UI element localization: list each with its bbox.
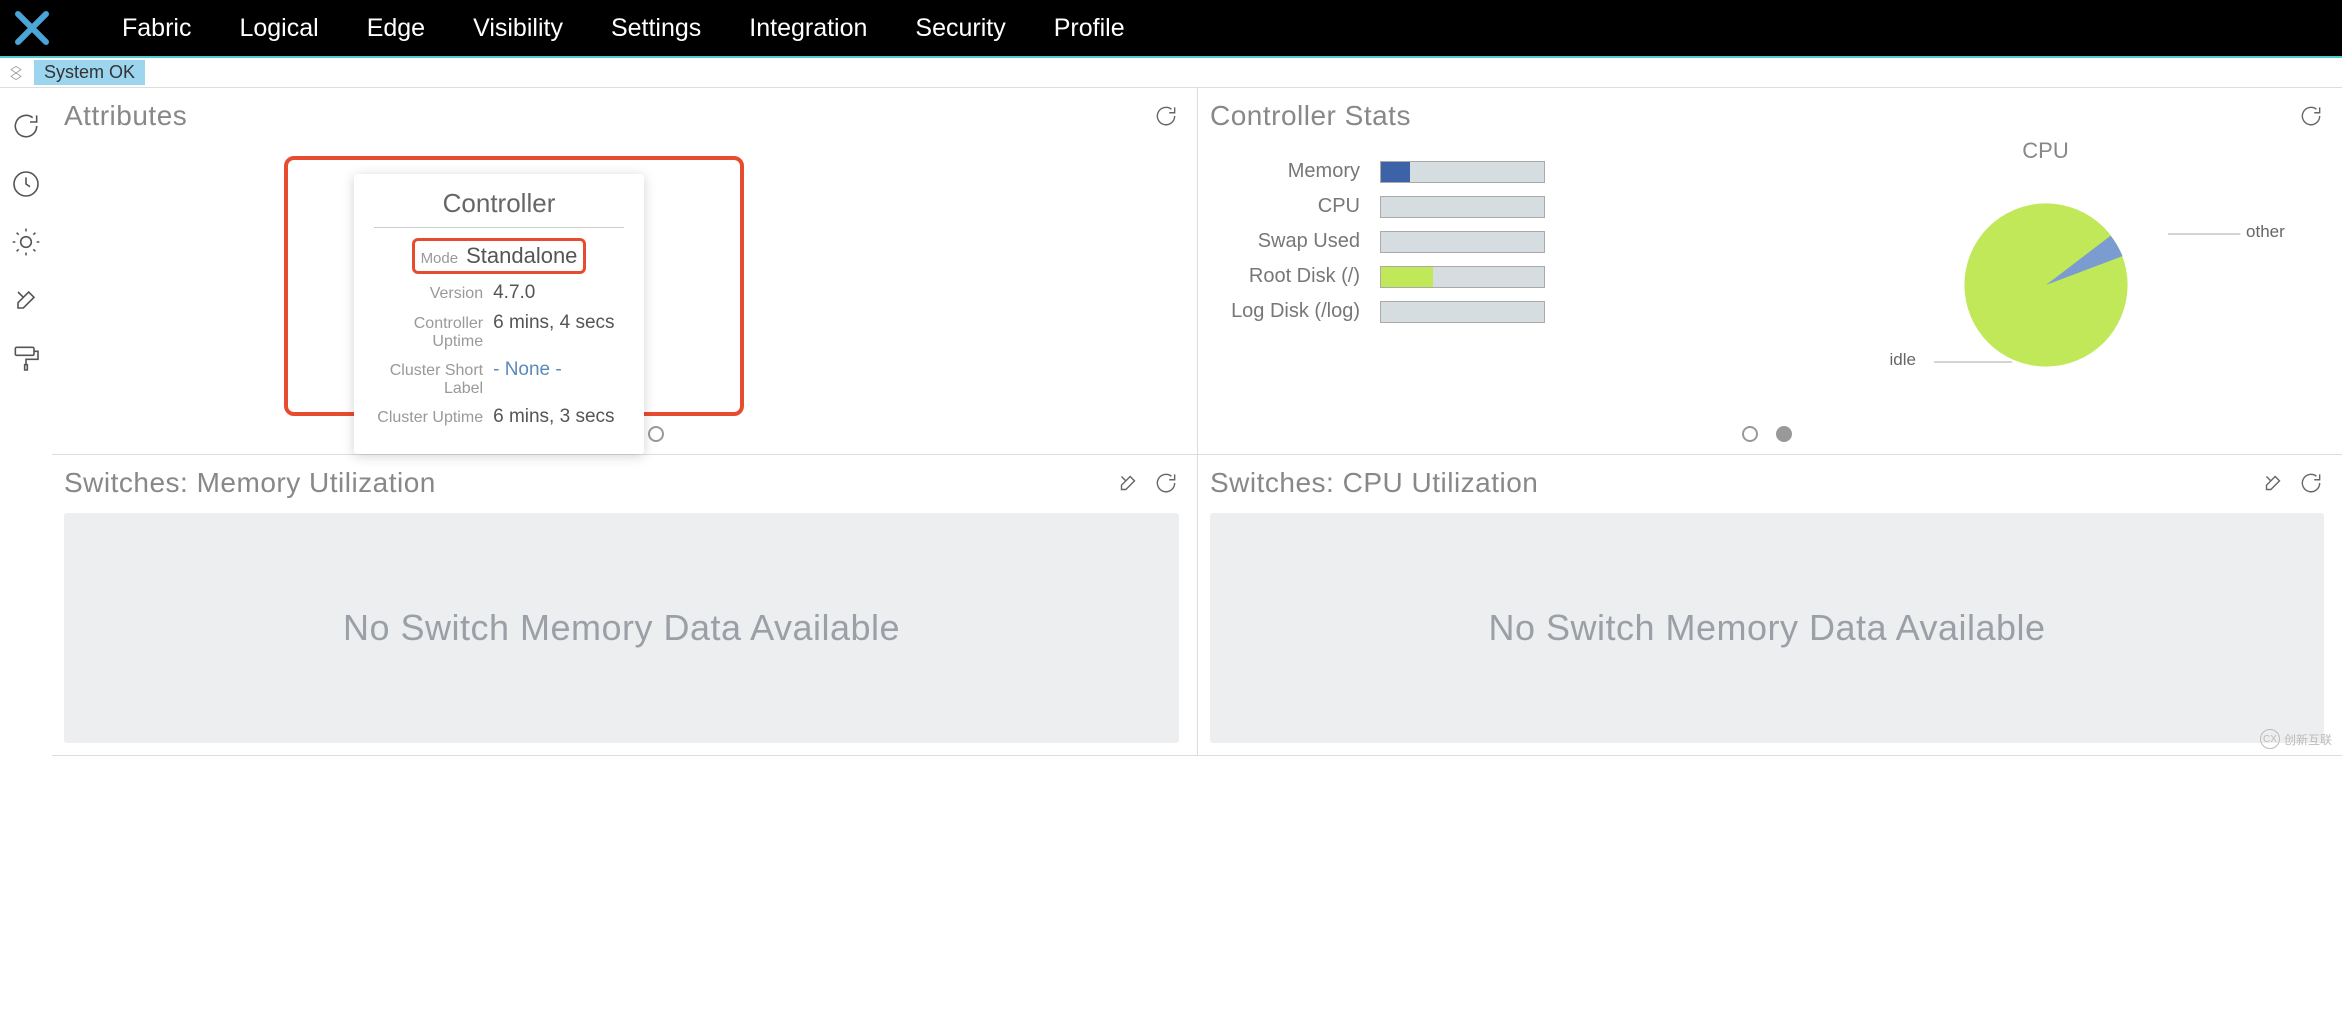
paint-roller-icon[interactable] (8, 340, 44, 376)
carousel-dot[interactable] (1776, 426, 1792, 442)
bar-label: CPU (1210, 195, 1360, 218)
watermark: CX 创新互联 (2260, 729, 2332, 749)
sun-icon[interactable] (8, 224, 44, 260)
attr-row: Controller Uptime 6 mins, 4 secs (374, 312, 624, 351)
tools-icon[interactable] (1115, 470, 1141, 496)
bar-label: Memory (1210, 160, 1360, 183)
attr-value: 6 mins, 4 secs (493, 312, 624, 334)
panel-controller-stats: Controller Stats Memory CPU Swap Used Ro… (1197, 88, 2342, 455)
bar-row-memory: Memory (1210, 160, 1767, 183)
attr-row: Cluster Uptime 6 mins, 3 secs (374, 406, 624, 428)
carousel-dot[interactable] (1742, 426, 1758, 442)
bar-label: Swap Used (1210, 230, 1360, 253)
no-data-text: No Switch Memory Data Available (343, 607, 900, 649)
bar-row-rootdisk: Root Disk (/) (1210, 265, 1767, 288)
bar-label: Root Disk (/) (1210, 265, 1360, 288)
no-data-text: No Switch Memory Data Available (1488, 607, 2045, 649)
carousel-dots (1210, 426, 2324, 442)
attr-key: Version (374, 285, 483, 303)
nav-item-security[interactable]: Security (915, 14, 1005, 43)
bar-fill (1381, 162, 1410, 182)
refresh-icon[interactable] (2298, 103, 2324, 129)
bar-fill (1381, 267, 1433, 287)
system-icon (4, 61, 28, 85)
attr-key: Cluster Uptime (374, 409, 483, 427)
panel-switches-memory: Switches: Memory Utilization No Switch M… (52, 455, 1197, 756)
nav-item-settings[interactable]: Settings (611, 14, 701, 43)
refresh-icon[interactable] (2298, 470, 2324, 496)
panel-switches-cpu: Switches: CPU Utilization No Switch Memo… (1197, 455, 2342, 756)
watermark-icon: CX (2260, 729, 2280, 749)
nav-items: Fabric Logical Edge Visibility Settings … (122, 14, 1125, 43)
nav-item-profile[interactable]: Profile (1054, 14, 1125, 43)
mode-label: Mode (421, 250, 459, 267)
top-nav: Fabric Logical Edge Visibility Settings … (0, 0, 2342, 56)
refresh-icon[interactable] (1153, 470, 1179, 496)
tools-icon[interactable] (2260, 470, 2286, 496)
attr-key: Cluster Short Label (374, 362, 483, 398)
cpu-pie-chart: CPU idle other (1767, 132, 2324, 422)
panel-title: Switches: Memory Utilization (64, 467, 1115, 499)
tools-icon[interactable] (8, 282, 44, 318)
bar-row-swap: Swap Used (1210, 230, 1767, 253)
attr-key: Controller Uptime (374, 315, 483, 351)
watermark-text: 创新互联 (2284, 731, 2332, 748)
side-icon-strip (0, 88, 52, 756)
nav-item-visibility[interactable]: Visibility (473, 14, 563, 43)
panel-attributes: Attributes Controller Mode Standalone Ve… (52, 88, 1197, 455)
app-logo[interactable] (12, 8, 52, 48)
bar (1380, 266, 1545, 288)
bar (1380, 301, 1545, 323)
stat-bars: Memory CPU Swap Used Root Disk (/) Log D… (1210, 132, 1767, 422)
controller-card: Controller Mode Standalone Version4.7.0 … (354, 174, 644, 454)
clock-icon[interactable] (8, 166, 44, 202)
mode-value: Standalone (466, 243, 577, 269)
mode-highlight: Mode Standalone (412, 238, 587, 274)
pie-label-idle: idle (1890, 350, 1916, 370)
panel-title: Controller Stats (1210, 100, 2298, 132)
attr-value: 4.7.0 (493, 282, 624, 304)
switch-body: No Switch Memory Data Available (1210, 513, 2324, 743)
bar (1380, 231, 1545, 253)
bar-row-cpu: CPU (1210, 195, 1767, 218)
carousel-dot[interactable] (648, 426, 664, 442)
bar (1380, 161, 1545, 183)
switch-body: No Switch Memory Data Available (64, 513, 1179, 743)
nav-item-integration[interactable]: Integration (749, 14, 867, 43)
status-bar: System OK (0, 58, 2342, 88)
bar (1380, 196, 1545, 218)
refresh-icon[interactable] (8, 108, 44, 144)
refresh-icon[interactable] (1153, 103, 1179, 129)
cluster-label-link[interactable]: - None - (493, 359, 624, 381)
attr-row: Cluster Short Label - None - (374, 359, 624, 398)
nav-item-logical[interactable]: Logical (239, 14, 318, 43)
bar-label: Log Disk (/log) (1210, 300, 1360, 323)
attr-value: 6 mins, 3 secs (493, 406, 624, 428)
panel-title: Attributes (64, 100, 1153, 132)
bar-row-logdisk: Log Disk (/log) (1210, 300, 1767, 323)
nav-item-fabric[interactable]: Fabric (122, 14, 191, 43)
nav-item-edge[interactable]: Edge (367, 14, 425, 43)
card-title: Controller (374, 188, 624, 228)
panel-title: Switches: CPU Utilization (1210, 467, 2260, 499)
attr-row: Version 4.7.0 (374, 282, 624, 304)
pie-label-other: other (2246, 222, 2285, 242)
status-badge[interactable]: System OK (34, 60, 145, 85)
